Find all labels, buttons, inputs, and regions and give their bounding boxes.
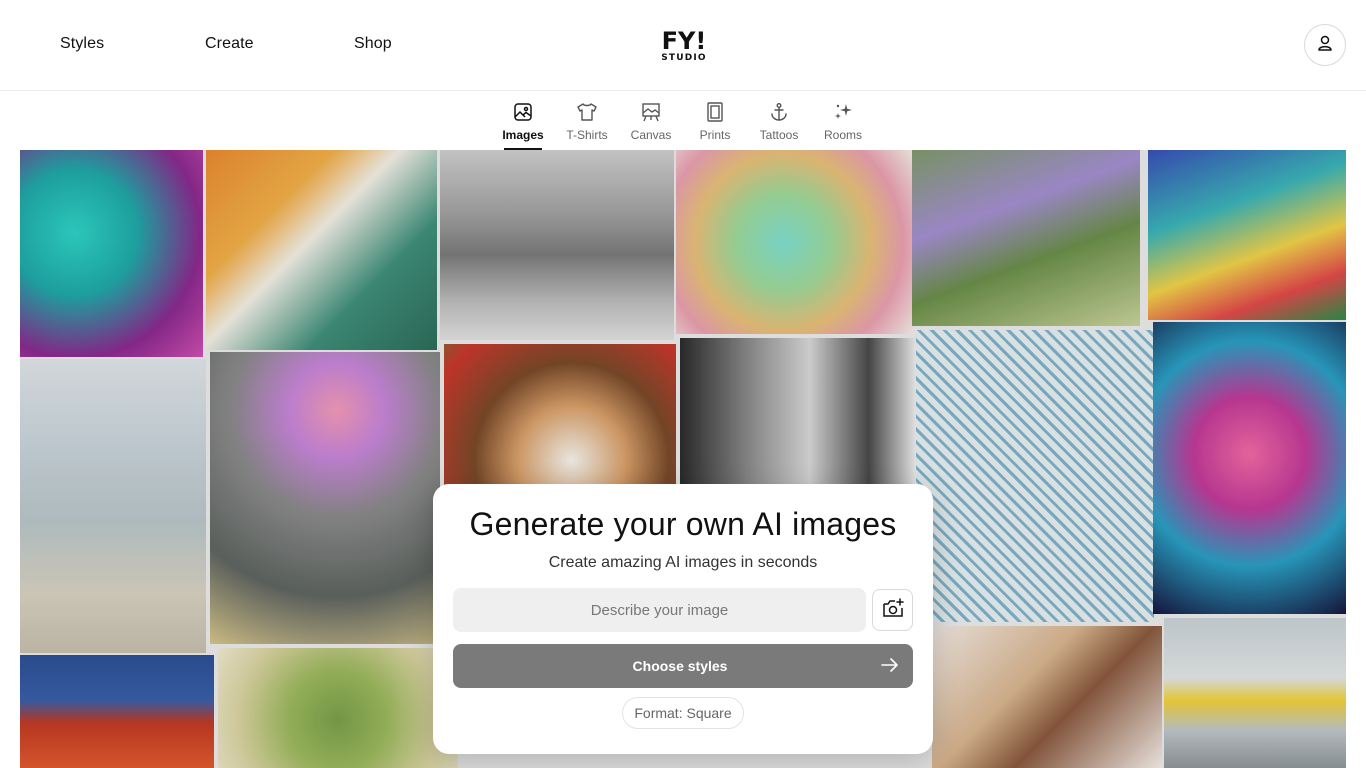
tab-images[interactable]: Images [493, 101, 553, 150]
gallery-image[interactable] [20, 359, 206, 653]
account-button[interactable] [1304, 24, 1346, 66]
gallery-image[interactable] [912, 150, 1140, 326]
user-icon [1316, 34, 1334, 57]
gallery-image[interactable] [440, 150, 674, 340]
hero-subtitle: Create amazing AI images in seconds [548, 554, 818, 571]
tab-prints-label: Prints [699, 128, 731, 142]
sparkle-icon [832, 101, 854, 123]
gallery-image[interactable] [1153, 322, 1346, 614]
generate-card: Generate your own AI images Create amazi… [433, 484, 933, 754]
gallery-image[interactable] [676, 150, 914, 334]
nav-styles-link[interactable]: Styles [60, 35, 104, 53]
format-selector[interactable]: Format: Square [622, 697, 744, 729]
gallery-image[interactable] [218, 648, 458, 768]
nav-create-link[interactable]: Create [205, 35, 254, 53]
tshirt-icon [576, 101, 598, 123]
hero-title: Generate your own AI images [469, 506, 897, 542]
tab-rooms[interactable]: Rooms [813, 101, 873, 150]
gallery-image[interactable] [916, 330, 1154, 622]
product-tabs: Images T-Shirts Canvas Prints Tattoos Ro… [0, 91, 1366, 150]
gallery-image[interactable] [20, 655, 214, 768]
gallery-image[interactable] [206, 150, 437, 350]
anchor-icon [768, 101, 790, 123]
frame-print-icon [704, 101, 726, 123]
top-navigation-bar: Styles Create Shop FY! STUDIO [0, 0, 1366, 91]
gallery-image[interactable] [932, 626, 1162, 768]
tab-tattoos[interactable]: Tattoos [749, 101, 809, 150]
upload-image-button[interactable] [872, 589, 913, 631]
tab-canvas-label: Canvas [630, 128, 672, 142]
describe-image-input[interactable] [453, 588, 866, 632]
gallery-image[interactable] [1148, 150, 1346, 320]
tab-rooms-label: Rooms [823, 128, 862, 142]
choose-styles-label: Choose styles [632, 658, 728, 674]
tab-canvas[interactable]: Canvas [621, 101, 681, 150]
camera-plus-icon [882, 597, 904, 623]
tab-prints[interactable]: Prints [685, 101, 745, 150]
gallery-image[interactable] [20, 150, 203, 357]
nav-shop-link[interactable]: Shop [354, 35, 392, 53]
gallery-image[interactable] [210, 352, 440, 644]
logo-text-bottom: STUDIO [661, 53, 707, 63]
gallery-image[interactable] [1164, 618, 1346, 768]
arrow-right-icon [881, 657, 899, 676]
image-icon [512, 101, 534, 123]
canvas-easel-icon [640, 101, 662, 123]
tab-tshirts-label: T-Shirts [566, 128, 608, 142]
tab-tattoos-label: Tattoos [759, 128, 799, 142]
choose-styles-button[interactable]: Choose styles [453, 644, 913, 688]
tab-tshirts[interactable]: T-Shirts [557, 101, 617, 150]
tab-images-label: Images [502, 128, 544, 142]
fy-studio-logo[interactable]: FY! STUDIO [658, 27, 710, 63]
logo-text-top: FY! [662, 27, 707, 55]
